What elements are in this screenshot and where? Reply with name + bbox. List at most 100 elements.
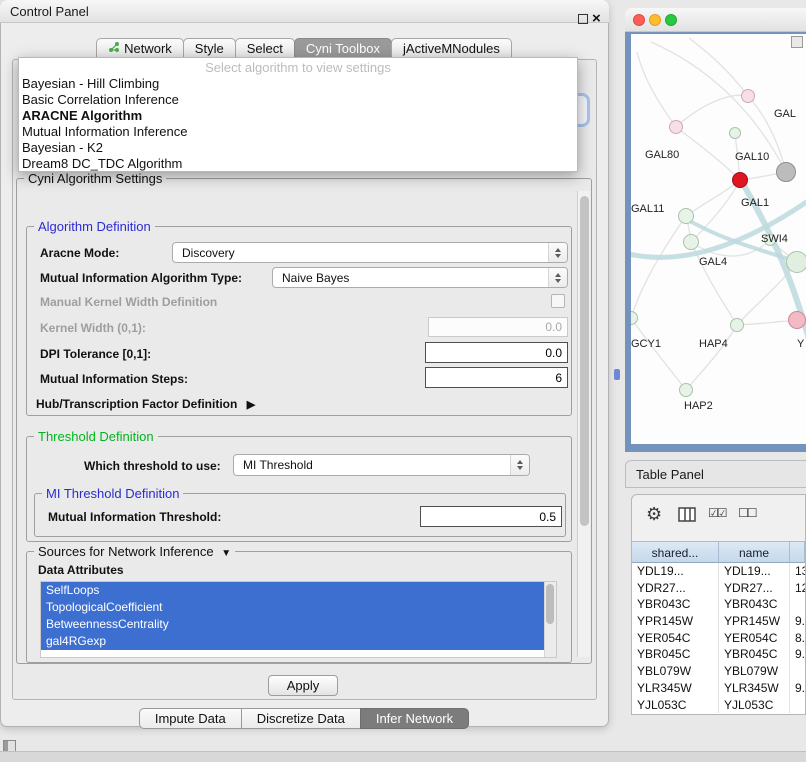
node-label-swi4: SWI4 (761, 233, 788, 245)
close-icon[interactable]: × (592, 10, 601, 27)
table-row[interactable]: YDL19...YDL19...13 (632, 563, 805, 580)
cell: YBR043C (632, 596, 719, 613)
table-row[interactable]: YJL053CYJL053C (632, 697, 805, 714)
table-row[interactable]: YPR145WYPR145W9. (632, 613, 805, 630)
algorithm-option-basic-correlation[interactable]: Basic Correlation Inference (19, 92, 577, 108)
tab-cyni-toolbox[interactable]: Cyni Toolbox (294, 38, 392, 59)
cell (790, 697, 805, 714)
attributes-scrollbar-thumb[interactable] (546, 584, 554, 624)
expand-right-icon[interactable]: ▶ (241, 399, 255, 411)
table-header-row: shared... name (632, 541, 805, 563)
zoom-traffic-light[interactable] (665, 14, 677, 26)
tab-impute-data[interactable]: Impute Data (139, 708, 242, 729)
cell: YDR27... (632, 580, 719, 597)
cell: YJL053C (632, 697, 719, 714)
algorithm-dropdown-popup: Select algorithm to view settings Bayesi… (18, 57, 578, 172)
table-row[interactable]: YBL079WYBL079W (632, 663, 805, 680)
mi-steps-input[interactable] (425, 367, 568, 388)
tab-network-label: Network (124, 38, 172, 59)
table-row[interactable]: YLR345WYLR345W9. (632, 680, 805, 697)
network-canvas[interactable]: GAL GAL80 GAL10 GAL11 GAL1 SWI4 GAL4 GCY… (631, 34, 806, 444)
select-all-rows-icon[interactable]: ☑☑ (708, 506, 726, 520)
aracne-mode-combobox[interactable]: Discovery (172, 242, 568, 263)
settings-scrollbar[interactable] (577, 191, 590, 657)
tab-infer-network[interactable]: Infer Network (360, 708, 469, 729)
gear-icon[interactable]: ⚙ (646, 504, 662, 525)
dpi-tolerance-label: DPI Tolerance [0,1]: (40, 347, 151, 361)
mi-algorithm-type-label: Mutual Information Algorithm Type: (40, 271, 242, 285)
node-pale-green[interactable] (729, 127, 741, 139)
column-header-name[interactable]: name (719, 541, 790, 563)
algorithm-option-bayesian-k2[interactable]: Bayesian - K2 (19, 140, 577, 156)
node-pale-green-hap2[interactable] (679, 383, 693, 397)
table-row[interactable]: YER054CYER054C8. (632, 630, 805, 647)
column-header-shared-name[interactable]: shared... (632, 541, 719, 563)
tab-network[interactable]: Network (96, 38, 184, 59)
node-pale-pink[interactable] (741, 89, 755, 103)
tab-jactivemnodules-label: jActiveMNodules (403, 38, 500, 59)
sources-legend-label: Sources for Network Inference (38, 544, 214, 559)
table-panel-titlebar[interactable]: Table Panel (625, 460, 806, 488)
algorithm-option-aracne[interactable]: ARACNE Algorithm (19, 108, 577, 124)
which-threshold-value: MI Threshold (234, 458, 510, 472)
node-pale-green[interactable] (678, 208, 694, 224)
sources-legend-toggle[interactable]: Sources for Network Inference ▼ (34, 544, 235, 559)
node-gray[interactable] (776, 162, 796, 182)
table-row[interactable]: YBR043CYBR043C (632, 596, 805, 613)
node-label: Y (797, 338, 804, 350)
apply-button[interactable]: Apply (268, 675, 338, 696)
deselect-all-rows-icon[interactable]: ☐☐ (738, 506, 756, 520)
tab-select-label: Select (247, 38, 283, 59)
attribute-item-selfloops[interactable]: SelfLoops (41, 582, 544, 599)
mi-threshold-input[interactable] (420, 506, 562, 527)
node-label-gal11: GAL11 (631, 203, 664, 215)
mi-algorithm-type-combobox[interactable]: Naive Bayes (272, 267, 568, 288)
float-window-icon[interactable] (578, 14, 588, 24)
node-pale-green[interactable] (730, 318, 744, 332)
collapse-down-icon[interactable]: ▼ (217, 548, 231, 559)
node-pale-green-gal4[interactable] (683, 234, 699, 250)
tab-bar: Network Style Select Cyni Toolbox jActiv… (0, 38, 609, 59)
attribute-item-betweennesscentrality[interactable]: BetweennessCentrality (41, 616, 544, 633)
close-traffic-light[interactable] (633, 14, 645, 26)
cell: YBL079W (719, 663, 790, 680)
canvas-scrollbar-button[interactable] (791, 36, 803, 48)
tab-style[interactable]: Style (183, 38, 236, 59)
node-pale-pink[interactable] (669, 120, 683, 134)
column-header-cut[interactable] (790, 541, 805, 563)
algorithm-option-mutual-information[interactable]: Mutual Information Inference (19, 124, 577, 140)
data-attributes-label: Data Attributes (38, 563, 124, 577)
node-large-green[interactable] (786, 251, 806, 273)
cell: YDL19... (632, 563, 719, 580)
cell: 8. (790, 630, 805, 647)
algorithm-option-dream8[interactable]: Dream8 DC_TDC Algorithm (19, 156, 577, 172)
dpi-tolerance-input[interactable] (425, 342, 568, 363)
cell: YER054C (719, 630, 790, 647)
which-threshold-label: Which threshold to use: (84, 459, 221, 473)
hub-definition-toggle[interactable]: Hub/Transcription Factor Definition ▶ (36, 397, 255, 411)
manual-kernel-width-label: Manual Kernel Width Definition (40, 295, 217, 309)
which-threshold-combobox[interactable]: MI Threshold (233, 454, 530, 476)
node-red-gal10[interactable] (732, 172, 748, 188)
show-columns-icon[interactable] (678, 507, 696, 527)
attribute-item-gal4rgexp[interactable]: gal4RGexp (41, 633, 544, 650)
control-panel-titlebar[interactable]: Control Panel (0, 0, 609, 23)
network-graph-icon (108, 38, 120, 59)
settings-scrollbar-thumb[interactable] (580, 196, 589, 526)
tab-cyni-toolbox-label: Cyni Toolbox (306, 38, 380, 59)
node-pink[interactable] (788, 311, 806, 329)
manual-kernel-width-checkbox[interactable] (551, 294, 565, 308)
attributes-scrollbar[interactable] (544, 582, 556, 657)
tab-select[interactable]: Select (235, 38, 295, 59)
kernel-width-input[interactable] (428, 317, 568, 337)
tab-jactivemnodules[interactable]: jActiveMNodules (391, 38, 512, 59)
algorithm-option-bayesian-hill-climbing[interactable]: Bayesian - Hill Climbing (19, 76, 577, 92)
minimize-traffic-light[interactable] (649, 14, 661, 26)
cell (790, 663, 805, 680)
cell: 9. (790, 646, 805, 663)
table-row[interactable]: YBR045CYBR045C9. (632, 646, 805, 663)
splitter-handle[interactable] (614, 369, 620, 380)
tab-discretize-data[interactable]: Discretize Data (241, 708, 361, 729)
attribute-item-topologicalcoefficient[interactable]: TopologicalCoefficient (41, 599, 544, 616)
table-row[interactable]: YDR27...YDR27...12 (632, 580, 805, 597)
